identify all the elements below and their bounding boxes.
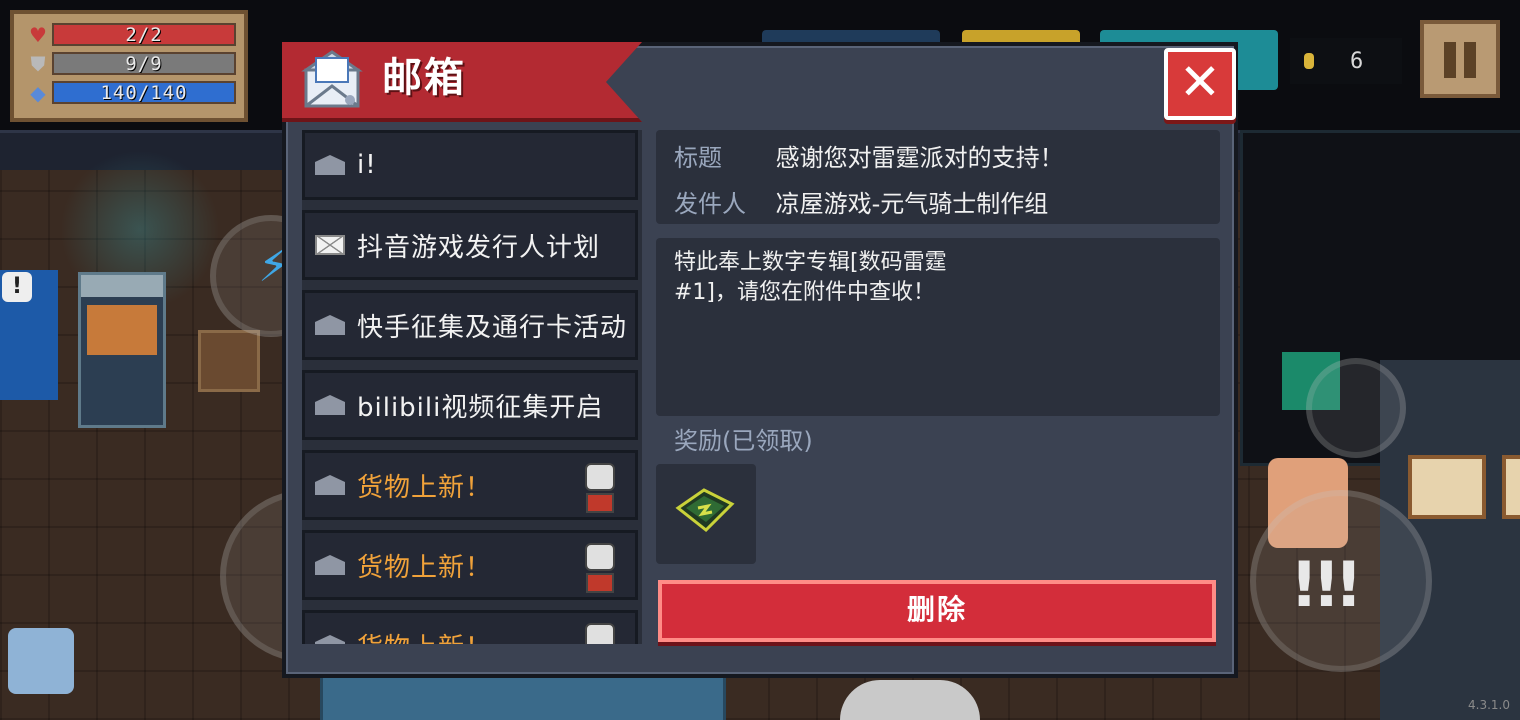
diamond-icon: ◆ bbox=[30, 80, 46, 105]
energy-value: 140/140 bbox=[100, 82, 188, 104]
subject-label: 标题 bbox=[674, 144, 722, 172]
notice-board-left bbox=[1408, 455, 1486, 519]
reward-slot[interactable] bbox=[656, 464, 756, 564]
close-icon: ✕ bbox=[1179, 53, 1221, 111]
subject-row: 标题 感谢您对雷霆派对的支持！ bbox=[674, 138, 1064, 178]
delete-button[interactable]: 删除 bbox=[658, 580, 1216, 642]
sender-row: 发件人 凉屋游戏-元气骑士制作组 bbox=[674, 184, 1048, 224]
mail-item[interactable]: i! bbox=[302, 130, 638, 200]
gacha-machine-glass bbox=[87, 305, 157, 355]
trader-npc-icon bbox=[585, 463, 615, 513]
armor-value: 9/9 bbox=[125, 53, 163, 75]
sender-value: 凉屋游戏-元气骑士制作组 bbox=[775, 190, 1049, 218]
gem-counter: 6 bbox=[1290, 38, 1402, 84]
treasure-chest bbox=[198, 330, 260, 392]
hp-value: 2/2 bbox=[125, 24, 163, 46]
pause-button[interactable] bbox=[1420, 20, 1500, 98]
envelope-open-icon bbox=[315, 635, 345, 644]
envelope-open-icon bbox=[315, 395, 345, 415]
werewolf-pet bbox=[8, 628, 74, 694]
mail-body: 特此奉上数字专辑[数码雷霆 #1]，请您在附件中查收！ bbox=[656, 238, 1220, 416]
mailbox-dialog: 邮箱 ✕ i! 抖音游戏发行人计划 快手征集及通行卡活动 bilibili视频征集开启… bbox=[282, 42, 1238, 678]
energy-bar: 140/140 bbox=[52, 81, 236, 104]
version-label: 4.3.1.0 bbox=[1468, 698, 1510, 712]
interact-icon: !!! bbox=[1290, 548, 1363, 621]
mailbox-title: 邮箱 bbox=[382, 55, 466, 101]
mail-item-title: 抖音游戏发行人计划 bbox=[357, 232, 601, 263]
notice-board-right bbox=[1502, 455, 1520, 519]
envelope-closed-icon bbox=[315, 235, 345, 255]
mail-item-title: 快手征集及通行卡活动 bbox=[357, 312, 628, 343]
envelope-open-icon bbox=[315, 555, 345, 575]
envelope-open-icon bbox=[315, 315, 345, 335]
armor-row: ⛊ 9/9 bbox=[24, 49, 236, 78]
mail-list[interactable]: i! 抖音游戏发行人计划 快手征集及通行卡活动 bilibili视频征集开启 货物上新！… bbox=[302, 130, 642, 644]
heart-icon: ♥ bbox=[29, 22, 47, 47]
shield-icon: ⛊ bbox=[30, 51, 46, 76]
mail-item[interactable]: 货物上新！ bbox=[302, 450, 638, 520]
close-button[interactable]: ✕ bbox=[1164, 48, 1236, 120]
mail-item[interactable]: bilibili视频征集开启 bbox=[302, 370, 638, 440]
mailbox-title-banner: 邮箱 bbox=[282, 42, 642, 122]
player-stats-panel: ♥ 2/2 ⛊ 9/9 ◆ 140/140 bbox=[10, 10, 248, 122]
gacha-machine-top bbox=[81, 275, 163, 297]
mailbox-icon bbox=[301, 50, 363, 108]
mail-item[interactable]: 货物上新！ bbox=[302, 530, 638, 600]
mail-header: 标题 感谢您对雷霆派对的支持！ 发件人 凉屋游戏-元气骑士制作组 bbox=[656, 130, 1220, 224]
mail-body-text: 特此奉上数字专辑[数码雷霆 #1]，请您在附件中查收！ bbox=[674, 250, 947, 305]
envelope-open-icon bbox=[315, 155, 345, 175]
mail-item[interactable]: 货物上新！ bbox=[302, 610, 638, 644]
mail-item-title: bilibili视频征集开启 bbox=[357, 392, 604, 423]
gacha-machine bbox=[78, 272, 166, 428]
reward-label: 奖励(已领取) bbox=[674, 427, 813, 455]
armor-bar: 9/9 bbox=[52, 52, 236, 75]
hp-bar: 2/2 bbox=[52, 23, 236, 46]
exclamation-icon: ! bbox=[2, 272, 32, 302]
mail-item[interactable]: 快手征集及通行卡活动 bbox=[302, 290, 638, 360]
gem-icon bbox=[1304, 53, 1314, 69]
gem-count: 6 bbox=[1350, 48, 1364, 74]
mail-item-title: 货物上新！ bbox=[357, 627, 492, 645]
mail-item[interactable]: 抖音游戏发行人计划 bbox=[302, 210, 638, 280]
trader-npc-icon bbox=[585, 623, 615, 644]
sender-label: 发件人 bbox=[674, 190, 746, 218]
hp-row: ♥ 2/2 bbox=[24, 20, 236, 49]
weapon-switch-button[interactable] bbox=[1306, 358, 1406, 458]
robot-boss bbox=[840, 680, 980, 720]
trader-npc-icon bbox=[585, 543, 615, 593]
energy-row: ◆ 140/140 bbox=[24, 78, 236, 107]
digital-album-icon bbox=[675, 488, 735, 533]
mail-item-title: 货物上新！ bbox=[357, 472, 493, 503]
mail-item-title: 货物上新！ bbox=[357, 552, 493, 583]
subject-value: 感谢您对雷霆派对的支持！ bbox=[775, 144, 1064, 172]
mail-item-title: i! bbox=[357, 150, 377, 180]
envelope-open-icon bbox=[315, 475, 345, 495]
